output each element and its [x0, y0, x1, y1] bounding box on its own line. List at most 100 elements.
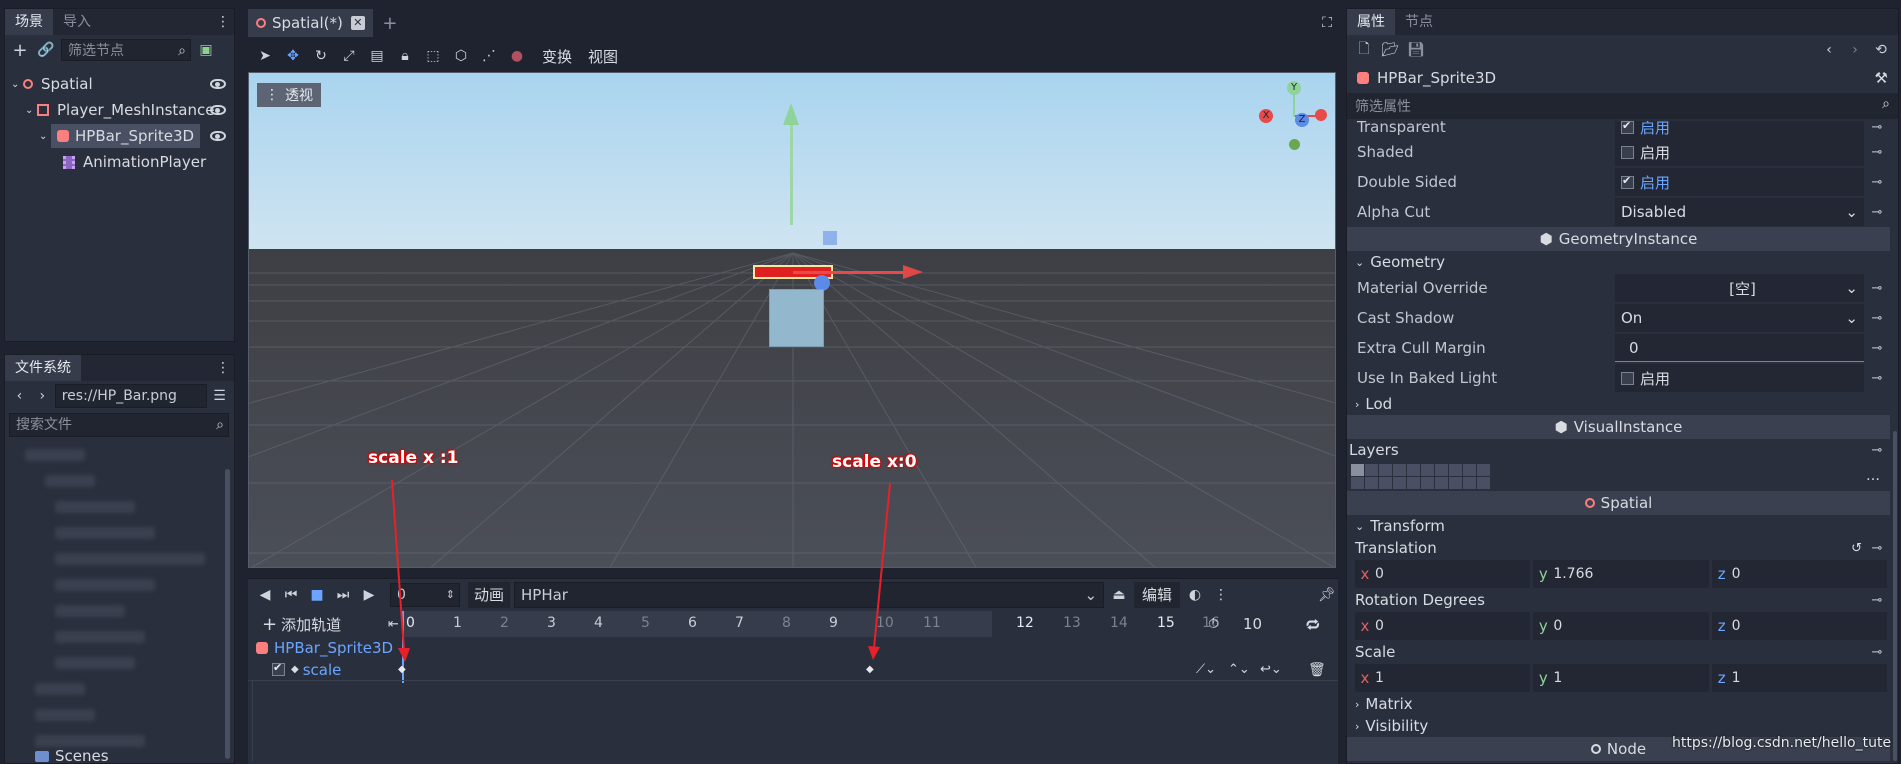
add-track-button[interactable]: + 添加轨道 [248, 614, 388, 635]
material-override-picker[interactable]: [空] ⌄ [1615, 274, 1864, 302]
group-lod[interactable]: › Lod [1347, 393, 1890, 415]
keyframe-10[interactable]: ◆ [866, 664, 874, 675]
object-tools-icon[interactable]: ⚒︎ [1875, 69, 1888, 87]
rotate-tool-icon[interactable]: ↻ [310, 45, 332, 67]
animation-menu-button[interactable]: 动画 [468, 582, 511, 608]
visibility-eye-icon[interactable] [210, 79, 226, 89]
tab-import[interactable]: 导入 [53, 9, 101, 35]
chevron-left-icon[interactable]: ‹ [9, 385, 30, 407]
history-icon[interactable]: ⟲ [1870, 39, 1892, 61]
translation-y[interactable]: y 1.766 [1533, 560, 1709, 588]
spin-arrows-icon[interactable]: ⇕ [446, 584, 455, 606]
key-icon[interactable]: ⊸ [1864, 341, 1890, 356]
play-from-start-icon[interactable]: ⏭︎ [332, 584, 354, 606]
visibility-eye-icon[interactable] [210, 105, 226, 115]
orientation-gizmo[interactable]: Y X Z [1259, 81, 1329, 151]
layers-grid[interactable]: … [1347, 461, 1890, 491]
fullscreen-icon[interactable]: ⛶ [1316, 12, 1338, 34]
local-space-icon[interactable]: ⬡ [450, 45, 472, 67]
revert-icon[interactable]: ↺ [1851, 541, 1862, 556]
history-forward-icon[interactable]: › [1844, 39, 1866, 61]
camera-override-icon[interactable]: ● [506, 45, 528, 67]
scale-y[interactable]: y1 [1533, 664, 1709, 692]
visibility-eye-icon[interactable] [210, 131, 226, 141]
menu-view[interactable]: 视图 [588, 46, 618, 67]
play-backwards-from-end-icon[interactable]: ⏮︎ [280, 584, 302, 606]
translation-z[interactable]: z0 [1711, 560, 1887, 588]
key-icon[interactable]: ⊸ [1864, 145, 1890, 160]
gizmo-y-axis[interactable]: Y [1287, 81, 1301, 95]
translation-x[interactable]: x0 [1355, 560, 1531, 588]
menu-transform[interactable]: 变换 [542, 46, 572, 67]
key-icon[interactable]: ⊸ [1864, 541, 1890, 556]
script-add-icon[interactable]: ▣ [195, 39, 217, 61]
key-icon[interactable]: ⊸ [1864, 175, 1890, 190]
tab-inspector[interactable]: 属性 [1347, 9, 1395, 35]
key-icon[interactable]: ⊸ [1864, 645, 1890, 660]
key-icon[interactable]: ⊸ [1864, 281, 1890, 296]
shaded-checkbox[interactable] [1621, 145, 1634, 159]
key-icon[interactable]: ⊸ [1864, 443, 1890, 458]
key-icon[interactable]: ⊸ [1864, 311, 1890, 326]
perspective-button[interactable]: ⋮ 透视 [257, 83, 321, 107]
add-node-icon[interactable]: + [9, 39, 31, 61]
close-icon[interactable]: ✕ [350, 16, 365, 30]
inspector-scrollbar[interactable] [1893, 431, 1897, 761]
rotation-z[interactable]: z0 [1711, 612, 1887, 640]
tree-item-spatial[interactable]: ⌄ Spatial [5, 71, 234, 97]
dock-menu-icon[interactable]: ⋮ [212, 357, 234, 379]
new-resource-icon[interactable]: 🗋︎ [1353, 39, 1375, 61]
list-view-icon[interactable]: ☰ [209, 385, 230, 407]
select-tool-icon[interactable]: ➤ [254, 45, 276, 67]
rotation-x[interactable]: x0 [1355, 612, 1531, 640]
tab-filesystem[interactable]: 文件系统 [5, 355, 81, 381]
gizmo-z-axis[interactable]: Z [1295, 113, 1309, 127]
interpolation-icon[interactable]: ⟋⌄ [1196, 662, 1216, 677]
file-item-scenes[interactable]: Scenes [35, 747, 109, 764]
property-filter-input[interactable]: 筛选属性 ⌕ [1347, 93, 1898, 119]
delete-track-icon[interactable]: 🗑︎ [1308, 662, 1326, 678]
baked-light-checkbox[interactable] [1621, 371, 1634, 385]
scale-tool-icon[interactable]: ⤢ [338, 45, 360, 67]
animation-select[interactable]: HPHar ⌄ [514, 582, 1105, 608]
tree-item-player-mesh[interactable]: ⌄ Player_MeshInstance [5, 97, 234, 123]
tree-item-hpbar[interactable]: ⌄ HPBar_Sprite3D [5, 123, 234, 149]
more-options-icon[interactable]: ⋮ [1210, 584, 1232, 606]
pin-icon[interactable]: 📌︎ [1316, 584, 1338, 606]
scrollbar[interactable] [225, 469, 230, 759]
zoom-fit-icon[interactable]: ⇤ [388, 617, 399, 632]
3d-viewport[interactable]: ⋮ 透视 Y X Z [248, 72, 1336, 568]
key-icon[interactable]: ⊸ [1864, 371, 1890, 386]
snap-icon[interactable]: ⋰ [478, 45, 500, 67]
chevron-right-icon[interactable]: › [32, 385, 53, 407]
save-icon[interactable]: 💾︎ [1405, 39, 1427, 61]
gizmo-x-axis[interactable] [1315, 109, 1327, 121]
group-transform[interactable]: ⌄ Transform [1347, 515, 1890, 537]
cast-shadow-select[interactable]: On ⌄ [1615, 304, 1864, 332]
loop-icon[interactable]: 🔁︎ [1306, 614, 1320, 635]
cube-mesh[interactable] [769, 289, 824, 347]
scene-tab[interactable]: Spatial(*) ✕ [248, 9, 373, 37]
dock-menu-icon[interactable]: ⋮ [212, 11, 234, 33]
key-icon[interactable]: ⊸ [1864, 121, 1890, 135]
track-node-row[interactable]: HPBar_Sprite3D [248, 637, 1338, 659]
animation-length[interactable]: 10 [1243, 615, 1262, 633]
track-enable-checkbox[interactable] [272, 661, 285, 676]
frame-spinbox[interactable]: 0 ⇕ [390, 583, 460, 607]
more-icon[interactable]: … [1866, 468, 1880, 484]
list-select-icon[interactable]: ▤ [366, 45, 388, 67]
onion-skin-icon[interactable]: ◐ [1184, 584, 1206, 606]
play-icon[interactable]: ▶ [358, 584, 380, 606]
tab-scene[interactable]: 场景 [5, 9, 53, 35]
loop-mode-icon[interactable]: ↩⌄ [1260, 662, 1282, 677]
double-sided-checkbox[interactable] [1621, 174, 1634, 189]
group-matrix[interactable]: › Matrix [1347, 693, 1890, 715]
history-back-icon[interactable]: ‹ [1818, 39, 1840, 61]
tab-node[interactable]: 节点 [1395, 9, 1443, 35]
extra-cull-margin-field[interactable]: 0 [1615, 334, 1864, 362]
transparent-checkbox[interactable] [1621, 121, 1634, 134]
track-scale-row[interactable]: ◆ scale ◆ ◆ ⟋⌄ ⌃⌄ ↩⌄ 🗑︎ [248, 659, 1338, 681]
lock-icon[interactable]: 🔒︎ [394, 45, 416, 67]
alpha-cut-select[interactable]: Disabled ⌄ [1615, 198, 1864, 226]
open-folder-icon[interactable]: 📂︎ [1379, 39, 1401, 61]
